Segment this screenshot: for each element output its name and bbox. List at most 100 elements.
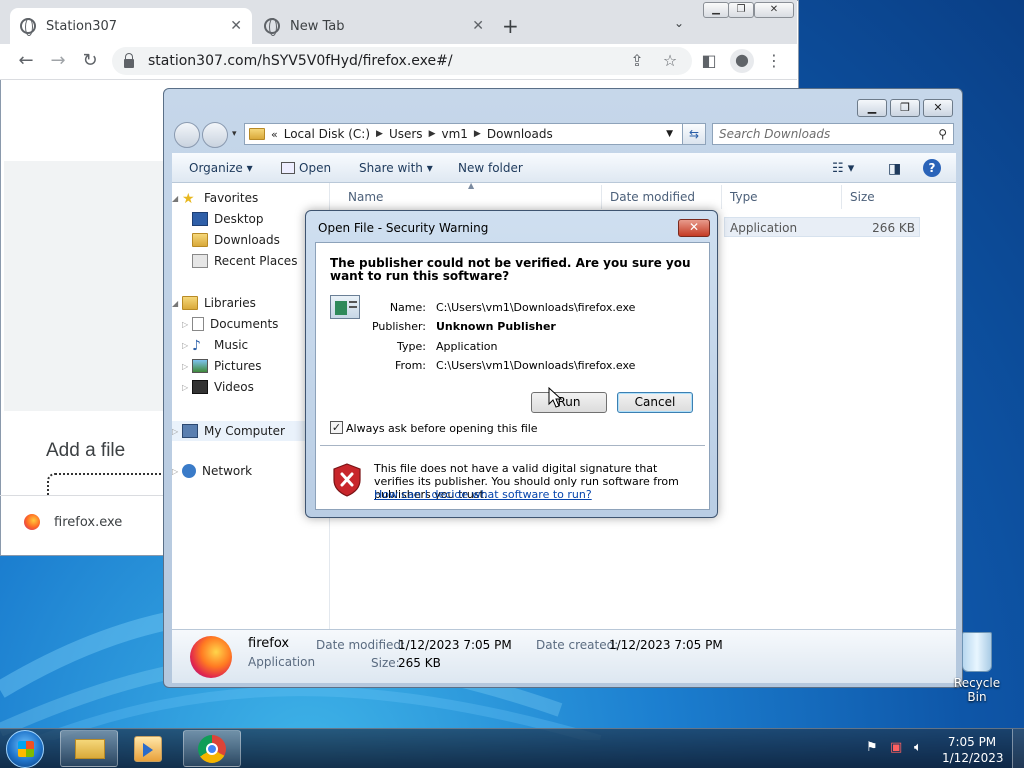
column-size[interactable]: Size (844, 185, 922, 209)
network-icon (182, 464, 196, 478)
breadcrumb-arrow-icon[interactable]: ▶ (429, 129, 436, 139)
open-icon (281, 162, 295, 174)
videos-icon (192, 380, 208, 394)
recycle-bin-label: Recycle Bin (953, 676, 1001, 704)
file-row-selected[interactable]: Application 266 KB (724, 217, 920, 237)
back-arrow-icon[interactable]: ← (14, 50, 38, 74)
publisher-value: Unknown Publisher (436, 320, 556, 333)
action-center-icon[interactable]: ⚑ (866, 740, 878, 755)
column-type[interactable]: Type (724, 185, 842, 209)
type-label: Type: (397, 340, 426, 353)
breadcrumb-item[interactable]: Local Disk (C:) (284, 127, 370, 141)
globe-icon (20, 18, 36, 36)
share-with-button[interactable]: Share with ▾ (359, 161, 433, 175)
search-icon[interactable]: ⚲ (938, 127, 947, 141)
view-options-icon[interactable]: ☷ ▾ (832, 161, 854, 176)
network-status-icon[interactable]: ▣ (890, 740, 902, 755)
breadcrumb-item[interactable]: vm1 (441, 127, 467, 141)
breadcrumb-item[interactable]: Downloads (487, 127, 553, 141)
close-tab-icon[interactable]: ✕ (230, 18, 242, 34)
forward-arrow-icon[interactable]: → (46, 50, 70, 74)
minimize-button[interactable]: ▁ (703, 2, 729, 18)
address-dropdown-icon[interactable]: ▼ (666, 129, 673, 139)
nav-documents[interactable]: ▷ Documents (182, 317, 278, 331)
refresh-icon[interactable]: ⇆ (682, 123, 706, 145)
start-button[interactable] (6, 730, 44, 768)
recent-places-icon (192, 254, 208, 268)
recent-pages-chevron-icon[interactable]: ▾ (232, 129, 237, 139)
details-date-modified-label: Date modified: (316, 638, 406, 652)
new-folder-button[interactable]: New folder (458, 161, 523, 175)
bookmark-star-icon[interactable]: ☆ (659, 50, 681, 72)
nav-downloads[interactable]: Downloads (192, 233, 280, 247)
from-label: From: (395, 359, 426, 372)
windows-logo-icon (18, 741, 34, 757)
recycle-bin-icon (962, 632, 992, 672)
column-date-modified[interactable]: Date modified (604, 185, 722, 209)
download-item[interactable]: firefox.exe (24, 514, 122, 530)
tab-label: New Tab (290, 18, 345, 34)
nav-network[interactable]: ▷ Network (172, 464, 252, 478)
nav-pictures[interactable]: ▷ Pictures (182, 359, 262, 373)
nav-libraries[interactable]: ◢ Libraries (172, 296, 256, 310)
nav-favorites[interactable]: ◢ ★ Favorites (172, 191, 258, 207)
breadcrumb-arrow-icon[interactable]: ▶ (376, 129, 383, 139)
name-value: C:\Users\vm1\Downloads\firefox.exe (436, 301, 636, 314)
profile-avatar-icon[interactable]: ● (730, 49, 754, 73)
taskbar-explorer[interactable] (60, 730, 118, 767)
maximize-button[interactable]: ❐ (890, 99, 920, 117)
libraries-icon (182, 296, 198, 310)
close-window-button[interactable]: ✕ (923, 99, 953, 117)
forward-button[interactable] (202, 122, 228, 148)
help-link[interactable]: How can I decide what software to run? (374, 488, 592, 501)
volume-icon[interactable]: 🔈︎ (914, 740, 922, 755)
computer-icon (182, 424, 198, 438)
details-filename: firefox (248, 636, 290, 651)
always-ask-label[interactable]: Always ask before opening this file (346, 422, 538, 435)
address-bar[interactable]: station307.com/hSYV5V0fHyd/firefox.exe#/ (112, 47, 692, 75)
recycle-bin[interactable]: Recycle Bin (944, 632, 1010, 704)
maximize-button[interactable]: ❐ (728, 2, 754, 18)
publisher-label: Publisher: (371, 320, 426, 333)
organize-button[interactable]: Organize ▾ (189, 161, 253, 175)
nav-music[interactable]: ▷ ♪ Music (182, 338, 248, 354)
side-panel-icon[interactable]: ◧ (698, 50, 720, 72)
dialog-close-button[interactable]: ✕ (678, 219, 710, 237)
dialog-question: The publisher could not be verified. Are… (330, 256, 691, 283)
close-tab-icon[interactable]: ✕ (472, 18, 484, 34)
minimize-button[interactable]: ▁ (857, 99, 887, 117)
close-window-button[interactable]: ✕ (754, 2, 794, 18)
always-ask-checkbox[interactable]: ✓ (330, 421, 343, 434)
help-icon[interactable]: ? (923, 159, 941, 177)
preview-pane-icon[interactable]: ◨ (888, 161, 901, 177)
lock-icon (124, 52, 134, 68)
menu-kebab-icon[interactable]: ⋮ (763, 50, 785, 72)
search-input[interactable]: Search Downloads ⚲ (712, 123, 954, 145)
taskbar-media-player[interactable] (134, 736, 162, 762)
drop-zone[interactable] (47, 473, 167, 495)
address-breadcrumb[interactable]: « Local Disk (C:) ▶ Users ▶ vm1 ▶ Downlo… (244, 123, 706, 145)
taskbar-clock[interactable]: 7:05 PM 1/12/2023 (942, 734, 1004, 766)
breadcrumb-arrow-icon[interactable]: ▶ (474, 129, 481, 139)
cancel-button[interactable]: Cancel (617, 392, 693, 413)
tab-label: Station307 (46, 18, 118, 34)
reload-icon[interactable]: ↻ (78, 50, 102, 74)
nav-desktop[interactable]: Desktop (192, 212, 264, 226)
tab-search-chevron-icon[interactable]: ⌄ (674, 16, 684, 30)
breadcrumb-item[interactable]: Users (389, 127, 423, 141)
open-button[interactable]: Open (281, 161, 331, 175)
tab-new-tab[interactable]: New Tab ✕ (254, 8, 494, 44)
taskbar-chrome[interactable] (183, 730, 241, 767)
chrome-icon (198, 735, 226, 763)
nav-recent-places[interactable]: Recent Places (192, 254, 297, 268)
new-tab-button[interactable]: + (502, 14, 519, 38)
name-label: Name: (389, 301, 426, 314)
run-button[interactable]: Run (531, 392, 607, 413)
back-button[interactable] (174, 122, 200, 148)
show-desktop-button[interactable] (1012, 729, 1024, 768)
nav-videos[interactable]: ▷ Videos (182, 380, 254, 394)
share-icon[interactable]: ⇪ (626, 50, 648, 72)
details-size-label: Size: (371, 656, 400, 670)
tab-station307[interactable]: Station307 ✕ (10, 8, 252, 44)
details-size: 265 KB (398, 656, 441, 670)
